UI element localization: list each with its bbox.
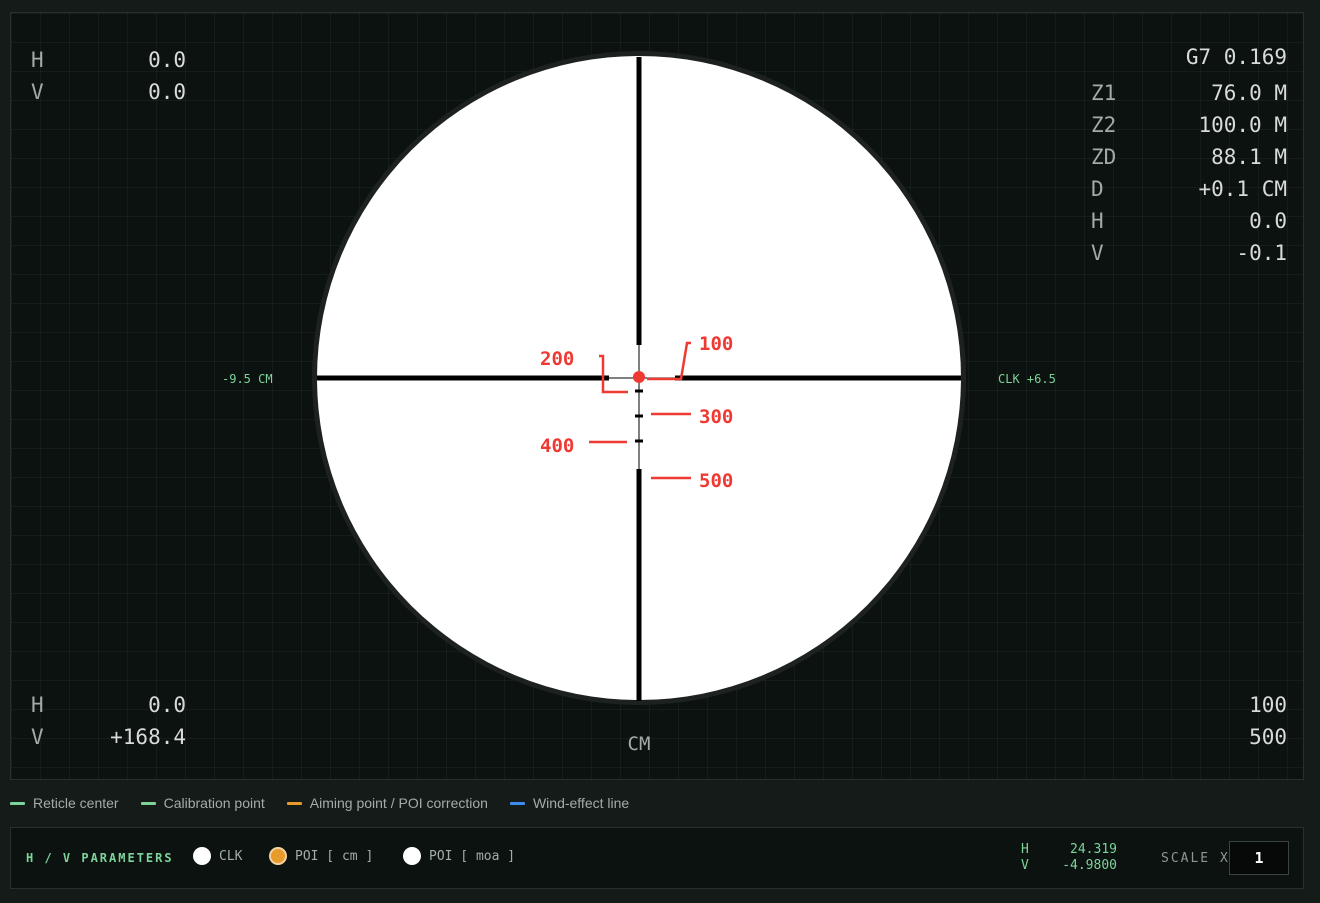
tl-v-value: 0.0 bbox=[148, 80, 186, 104]
right-click-label: CLK +6.5 bbox=[998, 372, 1056, 386]
holdover-label-300: 300 bbox=[699, 406, 733, 428]
scale-input[interactable] bbox=[1229, 841, 1289, 875]
radio-dot-poi-moa[interactable] bbox=[403, 847, 421, 865]
radio-label-clk: CLK bbox=[219, 848, 243, 864]
parameters-panel: H / V PARAMETERS CLK POI [ cm ] POI [ mo… bbox=[10, 827, 1304, 889]
tr-v-label: V bbox=[1091, 241, 1104, 265]
bl-h-value: 0.0 bbox=[148, 693, 186, 717]
holdover-label-200: 200 bbox=[540, 348, 574, 370]
legend-label: Wind-effect line bbox=[532, 795, 630, 811]
br-line-1: 100 bbox=[1249, 693, 1287, 717]
scope-viewport[interactable]: 100 200 300 400 500 -9.5 CM CLK +6.5 CM … bbox=[10, 12, 1304, 780]
unit-label: CM bbox=[628, 733, 651, 755]
legend-swatch-calibration-point bbox=[140, 801, 156, 805]
legend-swatch-wind-effect bbox=[509, 801, 525, 805]
z2-value: 100.0 M bbox=[1198, 113, 1287, 137]
radio-clk[interactable]: CLK bbox=[193, 847, 242, 865]
live-h-label: H bbox=[1021, 842, 1029, 857]
tr-h-value: 0.0 bbox=[1249, 209, 1287, 233]
legend-reticle-center: Reticle center bbox=[10, 795, 119, 811]
aiming-point-marker bbox=[633, 371, 645, 383]
live-v-value: -4.9800 bbox=[1062, 858, 1117, 873]
tl-h-label: H bbox=[31, 48, 44, 72]
legend-label: Reticle center bbox=[33, 795, 119, 811]
z2-label: Z2 bbox=[1091, 113, 1117, 137]
legend-aiming-point: Aiming point / POI correction bbox=[286, 795, 488, 811]
radio-dot-poi-cm[interactable] bbox=[269, 847, 287, 865]
d-label: D bbox=[1091, 177, 1104, 201]
legend-swatch-aiming-point bbox=[286, 801, 302, 805]
legend-swatch-reticle-center bbox=[10, 801, 25, 805]
zd-value: 88.1 M bbox=[1211, 145, 1287, 169]
legend: Reticle center Calibration point Aiming … bbox=[10, 795, 629, 811]
d-value: +0.1 CM bbox=[1198, 177, 1287, 201]
legend-calibration-point: Calibration point bbox=[140, 795, 265, 811]
bl-v-label: V bbox=[31, 725, 44, 749]
live-hv-readout: H 24.319 V -4.9800 bbox=[1021, 842, 1117, 874]
zd-label: ZD bbox=[1091, 145, 1117, 169]
radio-label-poi-cm: POI [ cm ] bbox=[295, 848, 374, 864]
legend-wind-effect-line: Wind-effect line bbox=[509, 795, 630, 811]
bottom-right-readout: 100 500 bbox=[1187, 689, 1287, 753]
params-title: H / V PARAMETERS bbox=[26, 851, 174, 865]
live-v-label: V bbox=[1021, 858, 1029, 873]
radio-poi-cm[interactable]: POI [ cm ] bbox=[269, 847, 373, 865]
radio-label-poi-moa: POI [ moa ] bbox=[429, 848, 516, 864]
tl-v-label: V bbox=[31, 80, 44, 104]
scale-label: SCALE X bbox=[1161, 851, 1230, 866]
legend-label: Aiming point / POI correction bbox=[309, 795, 488, 811]
live-h-value: 24.319 bbox=[1070, 842, 1117, 857]
tr-v-value: -0.1 bbox=[1236, 241, 1287, 265]
top-right-readout: G7 0.169 Z1 76.0 M Z2 100.0 M ZD 88.1 M D +0… bbox=[1091, 41, 1287, 269]
bottom-left-readout: H 0.0 V +168.4 bbox=[31, 689, 186, 753]
bl-v-value: +168.4 bbox=[110, 725, 186, 749]
z1-value: 76.0 M bbox=[1211, 81, 1287, 105]
legend-label: Calibration point bbox=[163, 795, 265, 811]
holdover-label-400: 400 bbox=[540, 435, 574, 457]
tr-h-label: H bbox=[1091, 209, 1104, 233]
left-offset-label: -9.5 CM bbox=[222, 372, 273, 386]
tl-h-value: 0.0 bbox=[148, 48, 186, 72]
radio-poi-moa[interactable]: POI [ moa ] bbox=[403, 847, 515, 865]
holdover-label-500: 500 bbox=[699, 470, 733, 492]
bl-h-label: H bbox=[31, 693, 44, 717]
z1-label: Z1 bbox=[1091, 81, 1117, 105]
radio-dot-clk[interactable] bbox=[193, 847, 211, 865]
top-left-readout: H 0.0 V 0.0 bbox=[31, 44, 186, 108]
holdover-label-100: 100 bbox=[699, 333, 733, 355]
ballistic-coefficient: G7 0.169 bbox=[1185, 45, 1287, 69]
br-line-2: 500 bbox=[1249, 725, 1287, 749]
